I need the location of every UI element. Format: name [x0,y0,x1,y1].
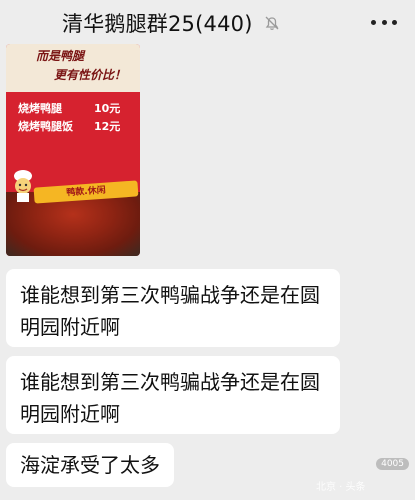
chat-header: 清华鹅腿群25(440) [0,0,415,44]
menu-item-price: 12元 [94,120,121,133]
chef-mascot-icon [14,170,32,202]
menu-item-price: 10元 [94,102,121,115]
menu-item-name: 烧烤鸭腿饭 [18,120,73,133]
menu-item-name: 烧烤鸭腿 [18,102,62,115]
message-bubble[interactable]: 海淀承受了太多 [6,443,174,487]
poster-slogan-line1: 而是鸭腿 [36,49,85,63]
dot-icon [381,19,387,25]
message-bubble[interactable]: 谁能想到第三次鸭骗战争还是在圆 明园附近啊 [6,269,340,347]
dot-icon [371,19,376,25]
chat-title: 清华鹅腿群25(440) [62,12,253,36]
message-text-line: 海淀承受了太多 [20,453,160,477]
message-text-line: 明园附近啊 [20,402,120,426]
message-text-line: 谁能想到第三次鸭骗战争还是在圆 [20,370,320,394]
watermark-text: 北京 · 头条 [316,482,366,493]
more-dots-icon[interactable] [371,12,397,32]
message-text-line: 明园附近啊 [20,315,120,339]
chat-title-group[interactable]: 清华鹅腿群25(440) [62,8,281,38]
message-text-line: 谁能想到第三次鸭骗战争还是在圆 [20,283,320,307]
poster-slogan-line2: 更有性价比！ [54,68,127,82]
dot-icon [392,19,397,25]
watermark-badge: 4005 [376,458,409,470]
poster-slogan: 而是鸭腿 更有性价比！ [36,47,140,85]
poster-top: 而是鸭腿 更有性价比！ [6,44,140,92]
chevron-left-icon[interactable] [10,6,42,38]
message-bubble[interactable]: 谁能想到第三次鸭骗战争还是在圆 明园附近啊 [6,356,340,434]
image-message[interactable]: 而是鸭腿 更有性价比！ 烧烤鸭腿 10元 烧烤鸭腿饭 12元 鸭款.休闲 [6,44,140,256]
bell-off-icon [265,16,279,30]
